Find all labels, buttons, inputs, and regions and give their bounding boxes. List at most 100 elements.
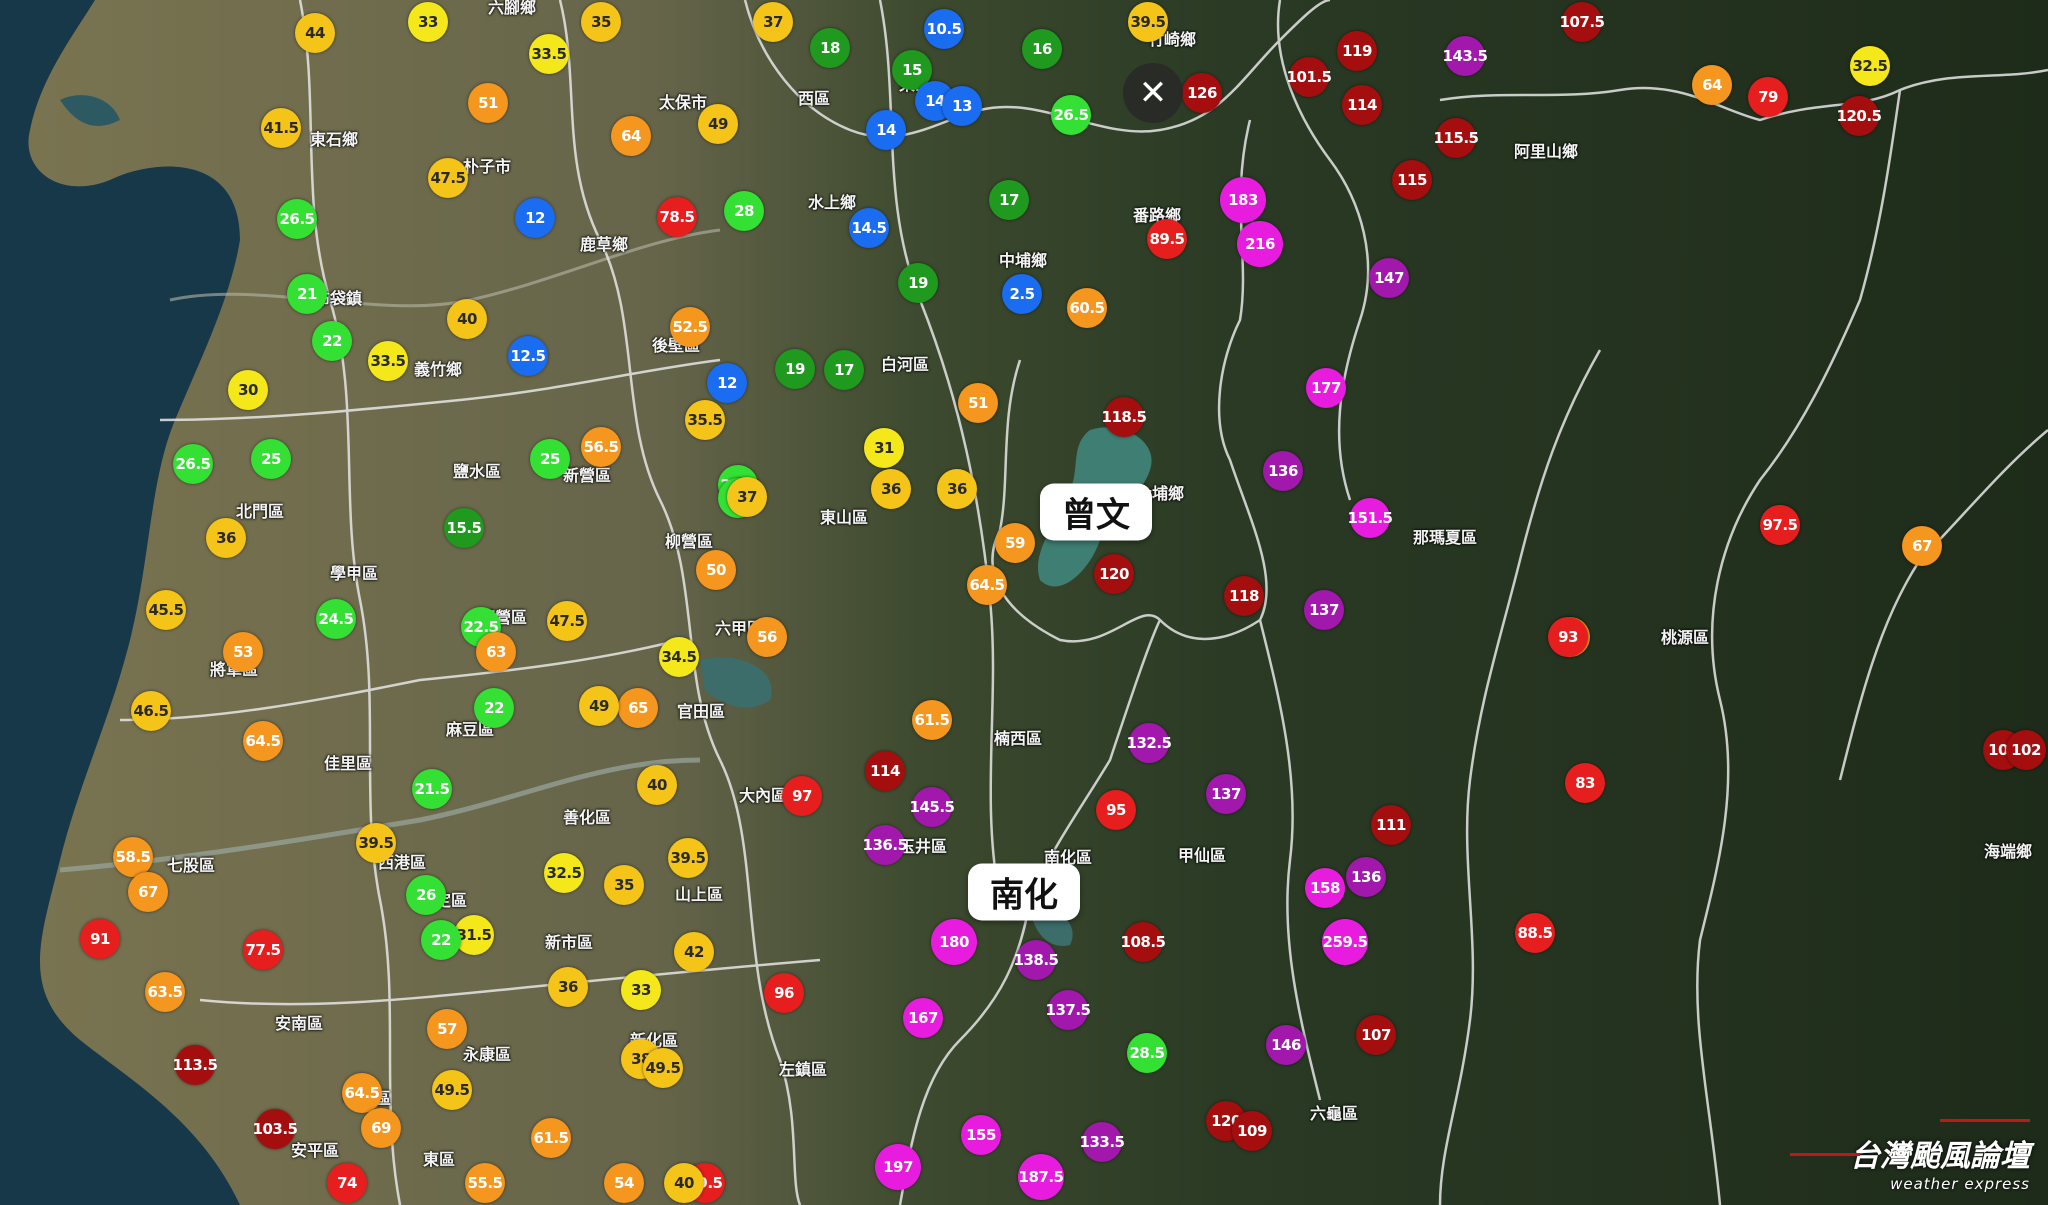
rainfall-marker[interactable]: 40	[664, 1163, 704, 1203]
rainfall-marker[interactable]: 26.5	[277, 199, 317, 239]
rainfall-marker[interactable]: 49	[579, 686, 619, 726]
rainfall-marker[interactable]: 95	[1096, 790, 1136, 830]
rainfall-marker[interactable]: 17	[989, 180, 1029, 220]
rainfall-marker[interactable]: 12	[515, 198, 555, 238]
rainfall-marker[interactable]: 33.5	[368, 341, 408, 381]
rainfall-marker[interactable]: 111	[1371, 805, 1411, 845]
rainfall-marker[interactable]: 35.5	[685, 400, 725, 440]
rainfall-marker[interactable]: 78.5	[657, 197, 697, 237]
rainfall-marker[interactable]: 45.5	[146, 590, 186, 630]
rainfall-marker[interactable]: 46.5	[131, 691, 171, 731]
rainfall-marker[interactable]: 22	[312, 321, 352, 361]
rainfall-marker[interactable]: 63	[476, 632, 516, 672]
rainfall-marker[interactable]: 197	[875, 1144, 921, 1190]
rainfall-marker[interactable]: 77.5	[243, 930, 283, 970]
rainfall-marker[interactable]: 40	[447, 299, 487, 339]
rainfall-marker[interactable]: 118	[1224, 576, 1264, 616]
rainfall-marker[interactable]: 115.5	[1434, 118, 1479, 158]
rainfall-marker[interactable]: 118.5	[1102, 397, 1147, 437]
rainfall-marker[interactable]: 28	[724, 191, 764, 231]
rainfall-marker[interactable]: 56.5	[581, 427, 621, 467]
rainfall-marker[interactable]: 88.5	[1515, 913, 1555, 953]
rainfall-marker[interactable]: 22	[474, 688, 514, 728]
rainfall-marker[interactable]: 126	[1182, 73, 1222, 113]
rainfall-marker[interactable]: 259.5	[1322, 919, 1368, 965]
rainfall-marker[interactable]: 69	[361, 1108, 401, 1148]
rainfall-marker[interactable]: 61.5	[531, 1118, 571, 1158]
rainfall-marker[interactable]: 13	[942, 86, 982, 126]
rainfall-marker[interactable]: 47.5	[428, 158, 468, 198]
rainfall-marker[interactable]: 21	[287, 274, 327, 314]
rainfall-marker[interactable]: 37	[753, 2, 793, 42]
rainfall-marker[interactable]: 55.5	[465, 1163, 505, 1203]
rainfall-marker[interactable]: 136	[1263, 451, 1303, 491]
rainfall-marker[interactable]: 49	[698, 104, 738, 144]
rainfall-marker[interactable]: 51	[468, 83, 508, 123]
rainfall-marker[interactable]: 22	[421, 920, 461, 960]
rainfall-marker[interactable]: 137	[1304, 590, 1344, 630]
rainfall-marker[interactable]: 120.5	[1837, 96, 1882, 136]
rainfall-marker[interactable]: 138.5	[1014, 940, 1059, 980]
rainfall-marker[interactable]: 52.5	[670, 307, 710, 347]
rainfall-marker[interactable]: 26.5	[173, 444, 213, 484]
rainfall-marker[interactable]: 54	[604, 1163, 644, 1203]
rainfall-marker[interactable]: 51	[958, 383, 998, 423]
rainfall-marker[interactable]: 49.5	[643, 1048, 683, 1088]
rainfall-marker[interactable]: 19	[775, 349, 815, 389]
rainfall-marker[interactable]: 33	[621, 970, 661, 1010]
rainfall-marker[interactable]: 59	[995, 523, 1035, 563]
rainfall-marker[interactable]: 216	[1237, 221, 1283, 267]
rainfall-marker[interactable]: 114	[865, 751, 905, 791]
rainfall-marker[interactable]: 14	[866, 110, 906, 150]
rainfall-marker[interactable]: 56	[747, 617, 787, 657]
rainfall-marker[interactable]: 97.5	[1760, 505, 1800, 545]
rainfall-marker[interactable]: 115	[1392, 160, 1432, 200]
rainfall-marker[interactable]: 146	[1266, 1025, 1306, 1065]
rainfall-map[interactable]: 六腳鄉竹崎鄉太保市西區東區東石鄉朴子市水上鄉鹿草鄉番路鄉中埔鄉阿里山鄉布袋鎮義竹…	[0, 0, 2048, 1205]
rainfall-marker[interactable]: 63.5	[145, 972, 185, 1012]
rainfall-marker[interactable]: 28.5	[1127, 1033, 1167, 1073]
rainfall-marker[interactable]: 33	[408, 2, 448, 42]
rainfall-marker[interactable]: 114	[1342, 85, 1382, 125]
rainfall-marker[interactable]: 36	[548, 967, 588, 1007]
rainfall-marker[interactable]: 180	[931, 919, 977, 965]
rainfall-marker[interactable]: 18	[810, 28, 850, 68]
rainfall-marker[interactable]: 32.5	[544, 853, 584, 893]
rainfall-marker[interactable]: 24.5	[316, 599, 356, 639]
rainfall-marker[interactable]: 101.5	[1287, 57, 1332, 97]
rainfall-marker[interactable]: 119	[1337, 31, 1377, 71]
rainfall-marker[interactable]: 177	[1306, 368, 1346, 408]
rainfall-marker[interactable]: 39.5	[1128, 2, 1168, 42]
rainfall-marker[interactable]: 34.5	[659, 637, 699, 677]
rainfall-marker[interactable]: 60.5	[1067, 288, 1107, 328]
rainfall-marker[interactable]: 14.5	[849, 208, 889, 248]
rainfall-marker[interactable]: 74	[327, 1163, 367, 1203]
rainfall-marker[interactable]: 10.5	[924, 9, 964, 49]
rainfall-marker[interactable]: 132.5	[1127, 723, 1172, 763]
rainfall-marker[interactable]: 187.5	[1018, 1154, 1064, 1200]
rainfall-marker[interactable]: 35	[604, 865, 644, 905]
rainfall-marker[interactable]: 12.5	[508, 336, 548, 376]
rainfall-marker[interactable]: 12	[707, 363, 747, 403]
rainfall-marker[interactable]: 65	[618, 688, 658, 728]
rainfall-marker[interactable]: 21.5	[412, 769, 452, 809]
rainfall-marker[interactable]: 102	[2006, 730, 2046, 770]
rainfall-marker[interactable]: 49.5	[432, 1070, 472, 1110]
close-button[interactable]: ✕	[1123, 63, 1183, 123]
rainfall-marker[interactable]: 26	[406, 875, 446, 915]
rainfall-marker[interactable]: 137	[1206, 774, 1246, 814]
rainfall-marker[interactable]: 64.5	[342, 1073, 382, 1113]
rainfall-marker[interactable]: 136.5	[863, 825, 908, 865]
rainfall-marker[interactable]: 53	[223, 632, 263, 672]
rainfall-marker[interactable]: 58.5	[113, 837, 153, 877]
rainfall-marker[interactable]: 39.5	[356, 823, 396, 863]
rainfall-marker[interactable]: 151.5	[1348, 498, 1393, 538]
rainfall-marker[interactable]: 35	[581, 2, 621, 42]
rainfall-marker[interactable]: 57	[427, 1009, 467, 1049]
rainfall-marker[interactable]: 89.5	[1147, 219, 1187, 259]
rainfall-marker[interactable]: 113.5	[173, 1045, 218, 1085]
rainfall-marker[interactable]: 26.5	[1051, 95, 1091, 135]
rainfall-marker[interactable]: 31	[864, 428, 904, 468]
rainfall-marker[interactable]: 96	[764, 973, 804, 1013]
rainfall-marker[interactable]: 67	[1902, 526, 1942, 566]
